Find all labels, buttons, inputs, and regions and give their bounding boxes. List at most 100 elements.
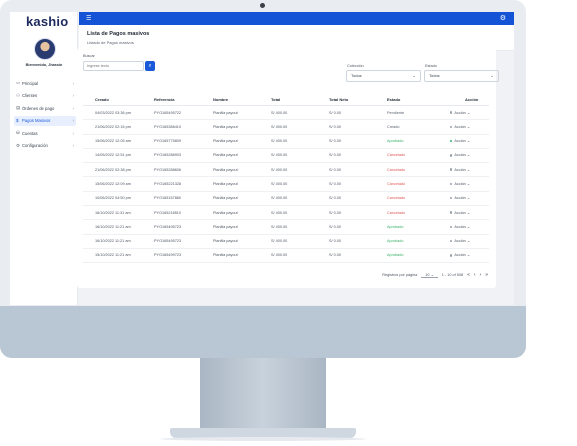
- welcome-text: Bienvenido, Jhassin: [25, 63, 63, 67]
- estado-select[interactable]: Todos ⌄: [424, 70, 499, 82]
- avatar[interactable]: [34, 38, 56, 60]
- table-row[interactable]: 15/10/2022 11:21 am PYO165499723 Planilla …: [83, 249, 489, 264]
- top-bar: ☰ ⚙: [79, 12, 514, 25]
- settings-icon[interactable]: ⚙: [500, 14, 506, 22]
- action-dropdown[interactable]: Acción ⌄: [450, 124, 470, 129]
- status-badge: Creado: [387, 124, 400, 129]
- status-dot-icon: [450, 225, 453, 229]
- status-dot-icon: [450, 182, 453, 186]
- status-dot-icon: [450, 154, 453, 157]
- cell-creado: 16/10/2022 11:31 am: [95, 210, 131, 215]
- chevron-down-icon: ⌄: [490, 73, 494, 78]
- coleccion-select[interactable]: Todos ⌄: [346, 70, 421, 82]
- chevron-right-icon: ›: [72, 105, 75, 111]
- cell-nombre: Planilla payout: [213, 181, 238, 186]
- status-badge: Cancelado: [387, 181, 406, 186]
- last-page-button[interactable]: »: [485, 272, 488, 278]
- action-label: Acción: [454, 139, 466, 144]
- table-row[interactable]: 14/05/2022 12:51 pm PYO165286903 Planilla …: [83, 149, 489, 164]
- cell-nombre: Planilla payout: [213, 139, 238, 144]
- table-row[interactable]: 15/06/2022 12:09 am PYO165221328 Planilla …: [83, 177, 489, 192]
- page-range: 1 - 10 of 508: [441, 273, 464, 277]
- action-dropdown[interactable]: Acción ⌄: [450, 224, 470, 229]
- table-row[interactable]: 04/03/2022 03:36 pm PYO165495722 Planilla …: [83, 106, 489, 121]
- sidebar-item-5[interactable]: ⚙ Configuración ›: [14, 141, 76, 151]
- cell-nombre: Planilla payout: [213, 253, 238, 258]
- table-row[interactable]: 10/06/2022 04:50 pm PYO165157880 Planilla …: [83, 192, 489, 207]
- cell-creado: 10/06/2022 04:50 pm: [95, 196, 131, 201]
- search-button[interactable]: ⌕: [145, 61, 155, 71]
- action-dropdown[interactable]: Acción ⌄: [450, 252, 470, 257]
- action-dropdown[interactable]: Acción ⌄: [450, 138, 470, 143]
- sidebar-item-0[interactable]: ▭ Principal ›: [14, 78, 76, 88]
- cell-creado: 14/05/2022 12:51 pm: [95, 153, 131, 158]
- action-dropdown[interactable]: Acción ⌄: [450, 110, 470, 115]
- cell-nombre: Planilla payout: [213, 210, 238, 215]
- sidebar-item-2[interactable]: ▤ Órdenes de pago ›: [14, 103, 76, 113]
- cell-ref: PYO165288606: [154, 167, 182, 172]
- cell-nombre: Planilla payout: [213, 110, 238, 115]
- chevron-right-icon: ›: [72, 118, 75, 123]
- table-row[interactable]: 16/10/2022 11:31 am PYO165218510 Planilla …: [83, 206, 489, 221]
- sidebar-item-4[interactable]: ⛁ Cuentas ›: [14, 128, 76, 138]
- cell-total: S/ 400.00: [271, 110, 288, 115]
- per-page-select[interactable]: 10 ⌄: [421, 272, 438, 278]
- menu-icon[interactable]: ☰: [86, 15, 91, 22]
- search-label: Buscar: [83, 54, 95, 58]
- cell-total: S/ 400.00: [271, 139, 288, 144]
- prev-page-button[interactable]: ‹: [474, 272, 476, 278]
- per-page-label: Registros por página: [382, 273, 418, 277]
- cell-nombre: Planilla payout: [213, 224, 238, 229]
- cell-ref: PYO165157880: [154, 196, 182, 201]
- table-row[interactable]: 15/06/2022 12:05 am PYO165775809 Planilla …: [83, 135, 489, 149]
- action-label: Acción: [454, 181, 466, 186]
- content-card: Buscar ⌕ Colección Todos ⌄ Estado Todos …: [77, 48, 499, 288]
- status-dot-icon: [450, 111, 453, 114]
- pagination: Registros por página 10 ⌄ 1 - 10 of 508 …: [382, 272, 488, 278]
- cell-total: S/ 400.00: [271, 224, 288, 229]
- page-title: Lista de Pagos masivos: [87, 31, 150, 37]
- chevron-down-icon: ⌄: [466, 196, 471, 201]
- col-creado: Creado: [95, 97, 109, 102]
- cell-ref: PYO165221328: [154, 181, 182, 186]
- cell-nombre: Planilla payout: [213, 196, 238, 201]
- action-dropdown[interactable]: Acción ⌄: [450, 195, 470, 200]
- action-dropdown[interactable]: Acción ⌄: [450, 167, 470, 172]
- action-dropdown[interactable]: Acción ⌄: [450, 238, 470, 243]
- cell-total: S/ 400.00: [271, 124, 288, 129]
- camera-icon: [260, 3, 265, 8]
- status-badge: Cancelado: [387, 153, 406, 158]
- col-accion: Acción: [465, 97, 479, 102]
- table-header: Creado Referencia Nombre Total Total Net…: [83, 95, 489, 106]
- first-page-button[interactable]: «: [467, 272, 470, 278]
- action-dropdown[interactable]: Acción ⌄: [450, 152, 470, 157]
- logo: kashio: [26, 14, 69, 29]
- table-row[interactable]: 16/10/2022 11:21 am PYO165495723 Planilla …: [83, 220, 489, 235]
- sidebar-item-3[interactable]: $ Pagos Masivos ›: [14, 115, 76, 126]
- status-badge: Aprobado: [387, 253, 404, 258]
- table-row[interactable]: 21/06/2022 02:16 pm PYO165386410 Planilla …: [83, 120, 489, 135]
- cell-ref: PYO165386410: [154, 124, 182, 129]
- monitor-chin: [0, 306, 526, 358]
- cell-creado: 16/10/2022 11:21 am: [95, 239, 131, 244]
- sidebar-item-1[interactable]: ⚇ Clientes ›: [14, 91, 76, 101]
- status-dot-icon: [450, 239, 453, 243]
- sidebar-item-label: Principal: [22, 80, 39, 86]
- sidebar-item-label: Cuentas: [22, 130, 38, 136]
- chevron-right-icon: ›: [72, 93, 75, 98]
- search-input[interactable]: [83, 61, 144, 71]
- cell-neto: S/ 0.00: [329, 167, 342, 172]
- cell-neto: S/ 0.00: [329, 181, 342, 186]
- estado-value: Todos: [429, 73, 440, 78]
- next-page-button[interactable]: ›: [480, 272, 482, 278]
- cell-creado: 15/06/2022 12:09 am: [95, 181, 131, 186]
- cell-ref: PYO165495723: [154, 239, 182, 244]
- col-total: Total: [271, 97, 281, 102]
- status-dot-icon: [450, 254, 453, 257]
- table-row[interactable]: 16/10/2022 11:21 am PYO165495723 Planilla …: [83, 235, 489, 249]
- status-badge: Cancelado: [387, 210, 406, 215]
- status-badge: Aprobado: [387, 139, 404, 144]
- table-row[interactable]: 21/06/2022 02:38 pm PYO165288606 Planilla …: [83, 163, 489, 178]
- action-dropdown[interactable]: Acción ⌄: [450, 210, 470, 215]
- action-dropdown[interactable]: Acción ⌄: [450, 181, 470, 186]
